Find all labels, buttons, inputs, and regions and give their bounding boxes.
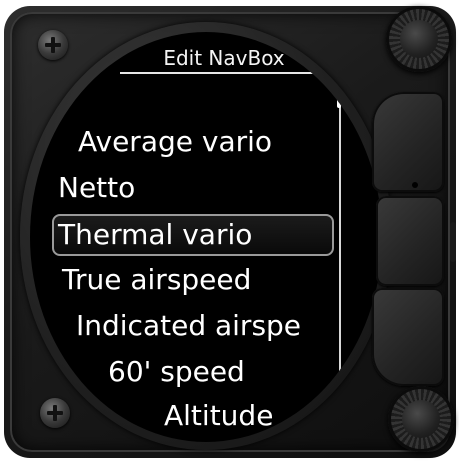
menu-item-thermal-vario[interactable]: Thermal vario <box>52 214 334 256</box>
bottom-knob-icon[interactable] <box>388 386 454 452</box>
edge-notch <box>450 222 456 262</box>
indicator-dot <box>412 182 418 188</box>
menu-item-average-vario[interactable]: Average vario <box>78 124 272 160</box>
side-button-top[interactable] <box>372 92 444 192</box>
display-screen: Edit NavBox Average vario Netto Thermal … <box>30 32 382 442</box>
side-button-middle[interactable] <box>376 196 444 286</box>
menu-item-60-speed[interactable]: 60' speed <box>108 354 245 390</box>
scrollbar[interactable] <box>337 72 341 432</box>
top-knob-icon[interactable] <box>386 6 452 72</box>
bottom-knob-cap <box>402 400 440 438</box>
page-title: Edit NavBox <box>120 44 328 74</box>
menu-item-altitude[interactable]: Altitude <box>164 398 273 434</box>
menu-item-indicated-airspeed[interactable]: Indicated airspe <box>76 308 301 344</box>
menu-item-true-airspeed[interactable]: True airspeed <box>62 262 251 298</box>
side-button-bottom[interactable] <box>372 288 444 386</box>
scroll-thumb[interactable] <box>337 94 341 108</box>
top-knob-cap <box>400 20 438 58</box>
menu-item-netto[interactable]: Netto <box>58 170 135 206</box>
